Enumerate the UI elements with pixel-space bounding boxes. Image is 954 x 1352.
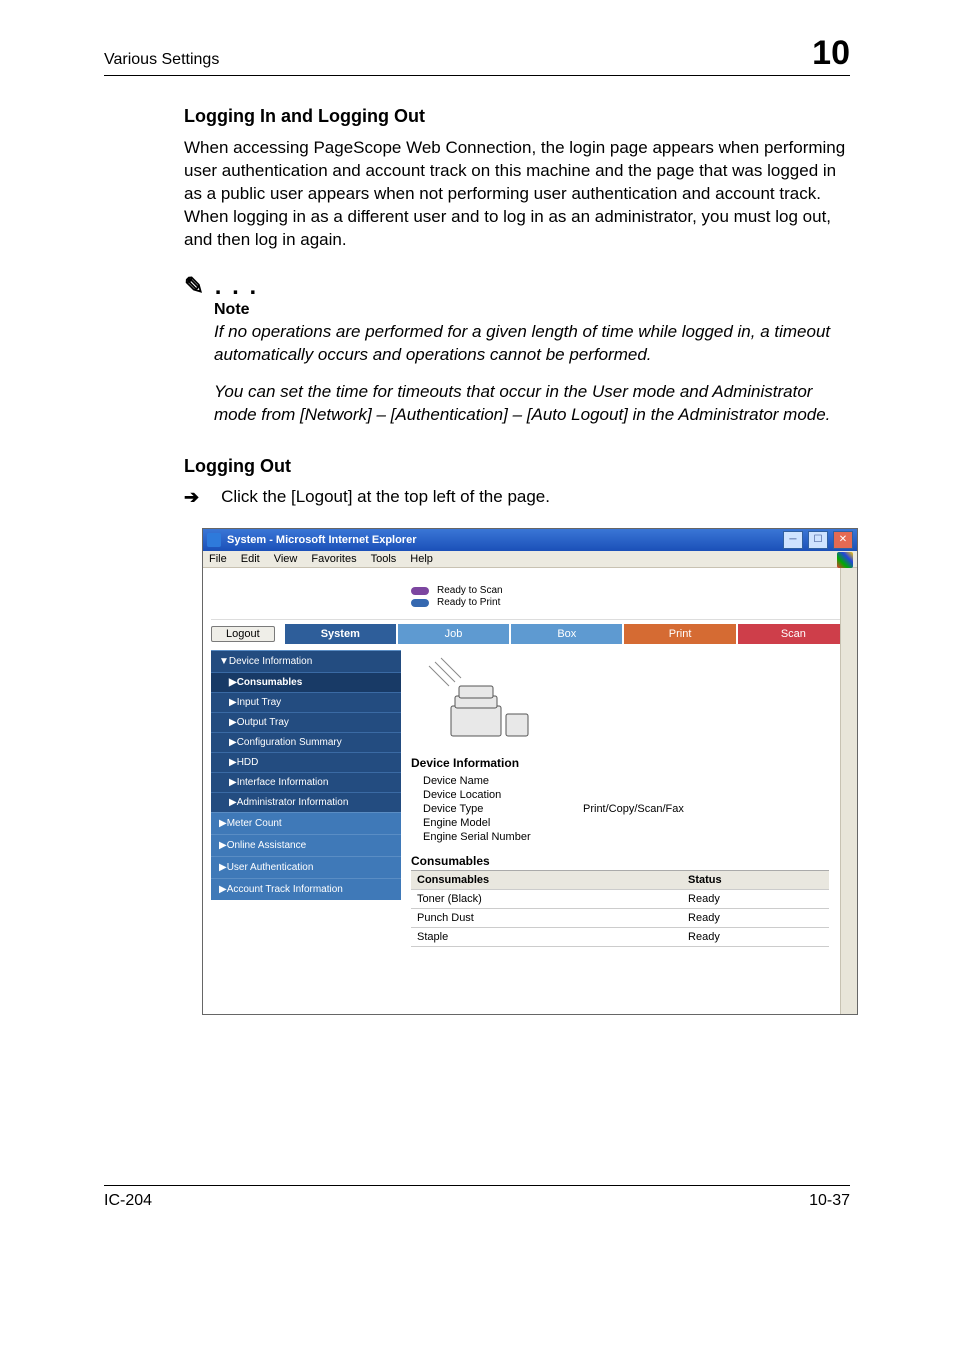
scan-status-text: Ready to Scan [437, 585, 503, 596]
section-heading-login: Logging In and Logging Out [184, 106, 850, 127]
table-row: Staple Ready [411, 928, 829, 947]
menu-view[interactable]: View [274, 553, 298, 565]
tab-box[interactable]: Box [511, 624, 622, 644]
consumables-col-name: Consumables [411, 871, 682, 890]
sidebar-account-track-information[interactable]: ▶Account Track Information [211, 878, 401, 900]
sidebar-hdd[interactable]: ▶HDD [211, 752, 401, 772]
consumables-table: Consumables Status Toner (Black) Ready P… [411, 871, 829, 947]
sidebar: ▼Device Information ▶Consumables ▶Input … [211, 650, 401, 947]
label-engine-model: Engine Model [423, 817, 583, 829]
menu-favorites[interactable]: Favorites [311, 553, 356, 565]
sidebar-administrator-information[interactable]: ▶Administrator Information [211, 792, 401, 812]
label-device-location: Device Location [423, 789, 583, 801]
consumable-status: Ready [682, 928, 829, 947]
menu-tools[interactable]: Tools [371, 553, 397, 565]
step-arrow-icon: ➔ [184, 487, 199, 508]
sidebar-user-authentication[interactable]: ▶User Authentication [211, 856, 401, 878]
tab-scan[interactable]: Scan [738, 624, 849, 644]
device-illustration [421, 656, 829, 746]
label-engine-serial: Engine Serial Number [423, 831, 583, 843]
window-titlebar: System - Microsoft Internet Explorer ─ ☐… [203, 529, 857, 551]
sidebar-meter-count[interactable]: ▶Meter Count [211, 812, 401, 834]
device-information-heading: Device Information [411, 756, 829, 770]
browser-menubar: File Edit View Favorites Tools Help [203, 551, 857, 568]
browser-window: System - Microsoft Internet Explorer ─ ☐… [202, 528, 858, 1015]
sidebar-online-assistance[interactable]: ▶Online Assistance [211, 834, 401, 856]
note-paragraph-1: If no operations are performed for a giv… [214, 321, 850, 367]
print-status-icon [411, 599, 429, 607]
section-login-paragraph: When accessing PageScope Web Connection,… [184, 137, 850, 252]
value-device-type: Print/Copy/Scan/Fax [583, 803, 684, 815]
sidebar-input-tray[interactable]: ▶Input Tray [211, 692, 401, 712]
sidebar-configuration-summary[interactable]: ▶Configuration Summary [211, 732, 401, 752]
consumable-status: Ready [682, 890, 829, 909]
consumable-name: Toner (Black) [411, 890, 682, 909]
chapter-number: 10 [812, 34, 850, 73]
consumable-name: Punch Dust [411, 909, 682, 928]
ie-throbber-icon [837, 552, 853, 568]
note-label: Note [214, 301, 850, 319]
logout-button[interactable]: Logout [211, 626, 275, 642]
section-heading-logout: Logging Out [184, 456, 850, 477]
main-panel: Device Information Device Name Device Lo… [411, 650, 849, 947]
tab-job[interactable]: Job [398, 624, 509, 644]
scan-status-icon [411, 587, 429, 595]
sidebar-interface-information[interactable]: ▶Interface Information [211, 772, 401, 792]
maximize-button[interactable]: ☐ [808, 531, 828, 549]
label-device-type: Device Type [423, 803, 583, 815]
consumables-col-status: Status [682, 871, 829, 890]
sidebar-output-tray[interactable]: ▶Output Tray [211, 712, 401, 732]
print-status-text: Ready to Print [437, 597, 500, 608]
menu-file[interactable]: File [209, 553, 227, 565]
tab-system[interactable]: System [285, 624, 396, 644]
running-header-left: Various Settings [104, 51, 219, 69]
tab-print[interactable]: Print [624, 624, 735, 644]
sidebar-device-information[interactable]: ▼Device Information [211, 650, 401, 672]
menu-edit[interactable]: Edit [241, 553, 260, 565]
window-control-buttons: ─ ☐ ✕ [781, 531, 853, 549]
step-text: Click the [Logout] at the top left of th… [221, 487, 550, 508]
consumable-name: Staple [411, 928, 682, 947]
consumable-status: Ready [682, 909, 829, 928]
footer-left: IC-204 [104, 1192, 152, 1210]
sidebar-consumables[interactable]: ▶Consumables [211, 672, 401, 692]
label-device-name: Device Name [423, 775, 583, 787]
table-row: Toner (Black) Ready [411, 890, 829, 909]
minimize-button[interactable]: ─ [783, 531, 803, 549]
vertical-scrollbar[interactable] [840, 568, 857, 1014]
ie-icon [207, 533, 221, 547]
note-icon: ✎ . . . [184, 272, 850, 301]
consumables-heading: Consumables [411, 854, 829, 871]
close-button[interactable]: ✕ [833, 531, 853, 549]
footer-right: 10-37 [809, 1192, 850, 1210]
note-paragraph-2: You can set the time for timeouts that o… [214, 381, 850, 427]
menu-help[interactable]: Help [410, 553, 433, 565]
window-title: System - Microsoft Internet Explorer [227, 534, 417, 546]
table-row: Punch Dust Ready [411, 909, 829, 928]
status-banner: Ready to Scan Ready to Print [211, 576, 849, 620]
